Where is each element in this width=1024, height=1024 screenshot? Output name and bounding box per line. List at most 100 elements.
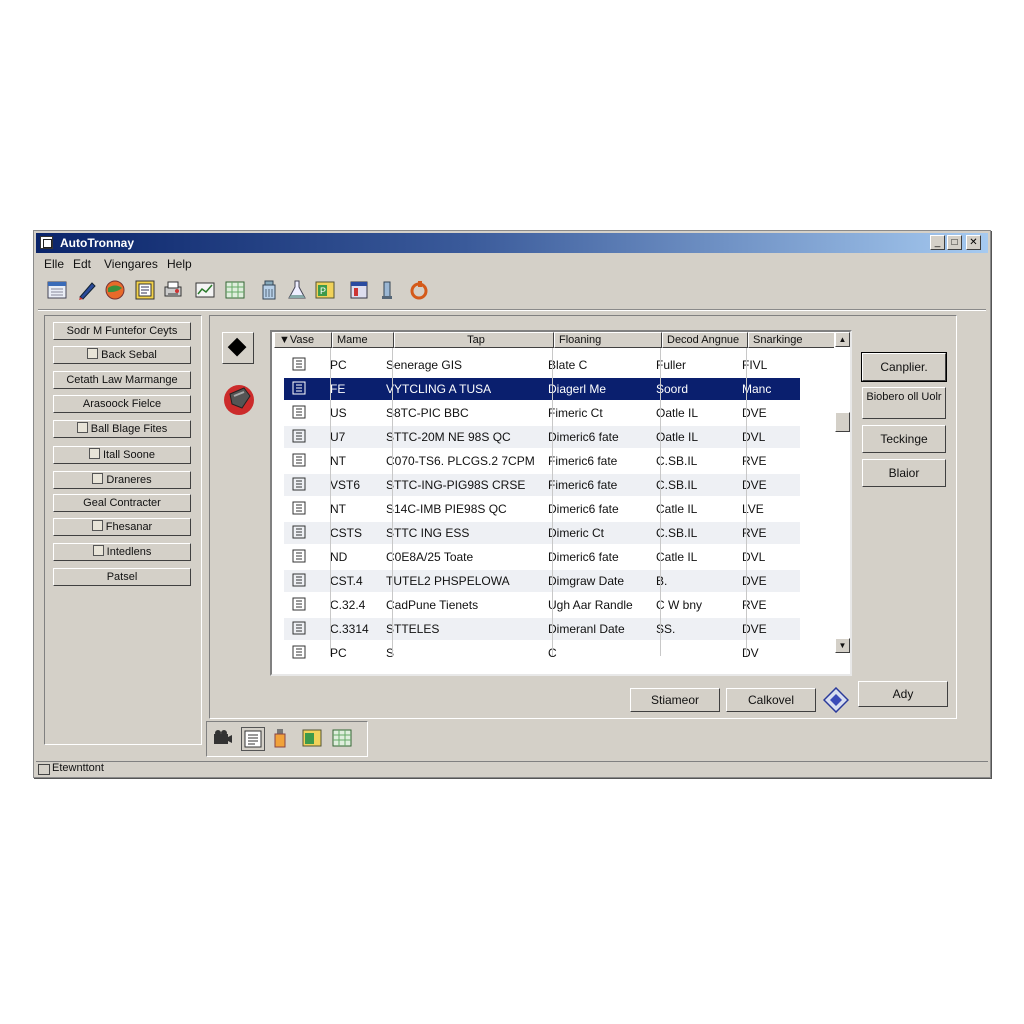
table-header: ▼Vase Mame Tap Floaning Decod Angnue Sna… [274, 332, 836, 348]
table-row[interactable]: C.3314 STTELES Dimeranl Date SS. DVE [284, 618, 800, 640]
calendar-icon[interactable] [46, 279, 68, 301]
stiameor-button[interactable]: Stiameor [630, 688, 720, 712]
sidebar-item[interactable]: Intedlens [53, 543, 191, 561]
scroll-up-arrow[interactable]: ▲ [835, 332, 850, 347]
chart-icon[interactable] [194, 279, 216, 301]
col-floaning: Dimeric6 fate [548, 502, 619, 516]
title-bar[interactable]: AutoTronnay _ □ ✕ [36, 233, 988, 253]
table-row[interactable]: NT C070-TS6. PLCGS.2 7CPM Fimeric6 fate C.S… [284, 450, 800, 472]
document-list-icon[interactable] [241, 727, 265, 751]
calkovel-button[interactable]: Calkovel [726, 688, 816, 712]
col-mame: C.3314 [330, 622, 369, 636]
minimize-button[interactable]: _ [930, 235, 945, 250]
table-row[interactable]: VST6 STTC-ING-PIG98S CRSE Fimeric6 fate C.S… [284, 474, 800, 496]
col-mame: VST6 [330, 478, 361, 492]
spreadsheet-icon[interactable] [224, 279, 246, 301]
sidebar-item[interactable]: Arasoock Fielce [53, 395, 191, 413]
wrench-icon[interactable] [408, 279, 430, 301]
sidebar-item[interactable]: Sodr M Funtefor Ceyts [53, 322, 191, 340]
scroll-thumb[interactable] [835, 412, 850, 432]
col-mame: ND [330, 550, 348, 564]
col-floaning: Dimeric6 fate [548, 430, 619, 444]
row-icon [292, 381, 306, 395]
app-icon [40, 236, 53, 249]
flask-icon[interactable] [286, 279, 308, 301]
col-tap: CadPune Tienets [386, 598, 479, 612]
col-mame: FE [330, 382, 346, 396]
diamond-button[interactable] [222, 332, 254, 364]
navigate-icon[interactable] [822, 686, 850, 714]
column-header[interactable]: Tap [394, 332, 554, 348]
table-row[interactable]: NT S14C-IMB PIE98S QC Dimeric6 fate Catle I… [284, 498, 800, 520]
menu-view[interactable]: Viengares [104, 257, 158, 271]
table-row[interactable]: ND C0E8A/25 Toate Dimeric6 fate Catle IL DVL [284, 546, 800, 568]
column-header[interactable]: Mame [332, 332, 394, 348]
sidebar-item[interactable]: Ball Blage Fites [53, 420, 191, 438]
apply-button[interactable]: Ady [858, 681, 948, 707]
camera-icon[interactable] [211, 727, 233, 749]
col-tap: STTC-ING-PIG98S CRSE [386, 478, 526, 492]
col-tap: C070-TS6. PLCGS.2 7CPM [386, 454, 535, 468]
sidebar-item[interactable]: Geal Contracter [53, 494, 191, 512]
col-decod: C.SB.IL [656, 454, 698, 468]
publisher-icon[interactable] [301, 727, 323, 749]
table-row[interactable]: CSTS STTC ING ESS Dimeric Ct C.SB.IL RVE [284, 522, 800, 544]
col-floaning: Fimeric Ct [548, 406, 603, 420]
bottle-icon[interactable] [269, 727, 291, 749]
menu-help[interactable]: Help [167, 257, 192, 271]
maximize-button[interactable]: □ [947, 235, 962, 250]
document-icon[interactable] [134, 279, 156, 301]
table-row[interactable]: PC Senerage GIS Blate C Fuller FIVL [284, 354, 800, 376]
table-row[interactable]: CST.4 TUTEL2 PHSPELOWA Dimgraw Date B. DVE [284, 570, 800, 592]
scroll-down-arrow[interactable]: ▼ [835, 638, 850, 653]
blaior-button[interactable]: Blaior [862, 459, 946, 487]
menu-edit[interactable]: Edt [73, 257, 91, 271]
table-row[interactable]: FE VYTCLING A TUSA Diagerl Me Soord Manc [284, 378, 800, 400]
sidebar-item[interactable]: Back Sebal [53, 346, 191, 364]
col-mame: NT [330, 502, 346, 516]
col-snarkinge: DV [742, 646, 759, 660]
col-mame: NT [330, 454, 346, 468]
pen-icon[interactable] [76, 279, 98, 301]
sidebar-item[interactable]: Draneres [53, 471, 191, 489]
sidebar-item[interactable]: Cetath Law Marmange [53, 371, 191, 389]
sidebar-item[interactable]: Patsel [53, 568, 191, 586]
close-button[interactable]: ✕ [966, 235, 981, 250]
table-row[interactable]: U7 STTC-20M NE 98S QC Dimeric6 fate Oatle I… [284, 426, 800, 448]
vertical-scrollbar[interactable]: ▲ ▼ [834, 332, 850, 674]
col-tap: STTELES [386, 622, 440, 636]
canplier-button[interactable]: Canplier. [861, 352, 947, 382]
spreadsheet-icon[interactable] [331, 727, 353, 749]
window-icon[interactable] [348, 279, 370, 301]
column-divider [552, 348, 553, 656]
table-row[interactable]: C.32.4 CadPune Tienets Ugh Aar Randle C W b… [284, 594, 800, 616]
globe-icon[interactable] [104, 279, 126, 301]
tools-icon[interactable] [222, 380, 258, 420]
teckinge-button[interactable]: Teckinge [862, 425, 946, 453]
publisher-icon[interactable]: P [314, 279, 336, 301]
column-header[interactable]: ▼Vase [274, 332, 332, 348]
column-header[interactable]: Snarkinge [748, 332, 836, 348]
printer-icon[interactable] [162, 279, 184, 301]
sidebar: Sodr M Funtefor Ceyts Back Sebal Cetath … [44, 315, 202, 745]
row-icon [292, 549, 306, 563]
sidebar-item[interactable]: Itall Soone [53, 446, 191, 464]
item-icon [76, 422, 88, 433]
column-divider [660, 348, 661, 656]
column-header[interactable]: Floaning [554, 332, 662, 348]
gauge-icon[interactable] [376, 279, 398, 301]
column-divider [746, 348, 747, 656]
column-header[interactable]: Decod Angnue [662, 332, 748, 348]
col-decod: C.SB.IL [656, 526, 698, 540]
sidebar-item[interactable]: Fhesanar [53, 518, 191, 536]
table-row[interactable]: PC S C DV [284, 642, 800, 664]
table-row[interactable]: US S8TC-PIC BBC Fimeric Ct Oatle IL DVE [284, 402, 800, 424]
row-icon [292, 453, 306, 467]
col-tap: STTC ING ESS [386, 526, 470, 540]
menu-file[interactable]: Elle [44, 257, 64, 271]
bottle-icon[interactable] [258, 279, 280, 301]
col-decod: B. [656, 574, 668, 588]
options-button[interactable]: Biobero oll Uolr [862, 387, 946, 419]
row-icon [292, 525, 306, 539]
row-icon [292, 477, 306, 491]
